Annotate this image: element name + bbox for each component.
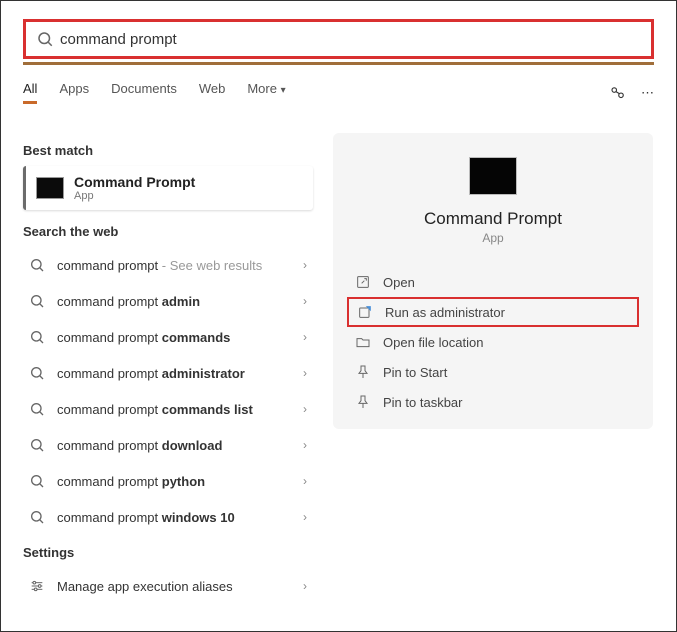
action-label: Pin to taskbar xyxy=(383,395,463,410)
settings-header: Settings xyxy=(23,545,313,560)
action-pin-to-start[interactable]: Pin to Start xyxy=(347,357,639,387)
tab-all[interactable]: All xyxy=(23,81,37,104)
left-column: Best match Command Prompt App Search the… xyxy=(23,133,313,604)
web-item-label: command prompt commands list xyxy=(57,402,303,417)
tab-web[interactable]: Web xyxy=(199,81,226,104)
search-web-header: Search the web xyxy=(23,224,313,239)
web-item[interactable]: command prompt windows 10› xyxy=(23,499,313,535)
app-title: Command Prompt xyxy=(333,209,653,229)
search-icon xyxy=(36,30,54,48)
best-match-sub: App xyxy=(74,190,195,202)
cmd-thumbnail-icon xyxy=(36,177,64,199)
app-thumbnail-icon xyxy=(469,157,517,195)
web-item[interactable]: command prompt commands› xyxy=(23,319,313,355)
web-item[interactable]: command prompt commands list› xyxy=(23,391,313,427)
web-item-label: command prompt administrator xyxy=(57,366,303,381)
best-match-item[interactable]: Command Prompt App xyxy=(23,166,313,210)
action-open-file-location[interactable]: Open file location xyxy=(347,327,639,357)
web-item[interactable]: command prompt python› xyxy=(23,463,313,499)
settings-list: Manage app execution aliases› xyxy=(23,568,313,604)
tab-apps[interactable]: Apps xyxy=(59,81,89,104)
share-icon[interactable] xyxy=(609,84,627,102)
search-input[interactable] xyxy=(60,22,641,56)
web-item-label: command prompt python xyxy=(57,474,303,489)
tabs-row: All Apps Documents Web More ▾ ⋯ xyxy=(23,81,654,104)
web-item[interactable]: command prompt administrator› xyxy=(23,355,313,391)
web-item-label: command prompt admin xyxy=(57,294,303,309)
tab-documents[interactable]: Documents xyxy=(111,81,177,104)
action-label: Open xyxy=(383,275,415,290)
action-run-as-administrator[interactable]: Run as administrator xyxy=(347,297,639,327)
best-match-title: Command Prompt xyxy=(74,174,195,190)
web-item[interactable]: command prompt - See web results› xyxy=(23,247,313,283)
action-label: Pin to Start xyxy=(383,365,447,380)
settings-item[interactable]: Manage app execution aliases› xyxy=(23,568,313,604)
best-match-header: Best match xyxy=(23,143,313,158)
action-open[interactable]: Open xyxy=(347,267,639,297)
search-underline xyxy=(23,62,654,65)
action-label: Open file location xyxy=(383,335,483,350)
tab-more[interactable]: More ▾ xyxy=(247,81,285,104)
action-label: Run as administrator xyxy=(385,305,505,320)
web-item-label: command prompt windows 10 xyxy=(57,510,303,525)
action-list: Open Run as administrator Open file locati… xyxy=(333,267,653,417)
web-item[interactable]: command prompt admin› xyxy=(23,283,313,319)
app-sub: App xyxy=(333,231,653,245)
web-item-label: command prompt download xyxy=(57,438,303,453)
web-item-label: command prompt commands xyxy=(57,330,303,345)
kebab-icon[interactable]: ⋯ xyxy=(641,85,654,101)
web-item-label: command prompt - See web results xyxy=(57,258,303,273)
settings-item-label: Manage app execution aliases xyxy=(57,579,303,594)
search-bar[interactable] xyxy=(23,19,654,59)
action-pin-to-taskbar[interactable]: Pin to taskbar xyxy=(347,387,639,417)
web-item[interactable]: command prompt download› xyxy=(23,427,313,463)
web-list: command prompt - See web results›command… xyxy=(23,247,313,535)
details-panel: Command Prompt App Open Run as administra… xyxy=(333,133,653,429)
